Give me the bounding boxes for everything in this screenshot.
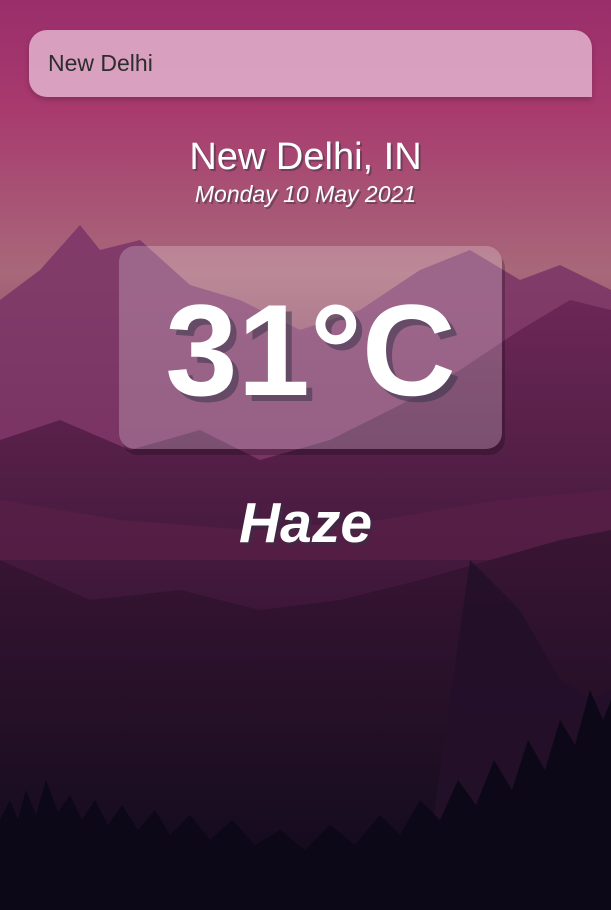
temperature-box: 31°C bbox=[119, 246, 502, 449]
location-box: New Delhi, IN Monday 10 May 2021 bbox=[0, 136, 611, 208]
location-name: New Delhi, IN bbox=[189, 136, 422, 178]
city-search-input[interactable] bbox=[29, 30, 592, 97]
search-bar bbox=[29, 30, 592, 97]
current-date: Monday 10 May 2021 bbox=[194, 181, 417, 207]
temperature-value: 31°C bbox=[165, 276, 456, 423]
weather-condition: Haze bbox=[238, 491, 373, 555]
